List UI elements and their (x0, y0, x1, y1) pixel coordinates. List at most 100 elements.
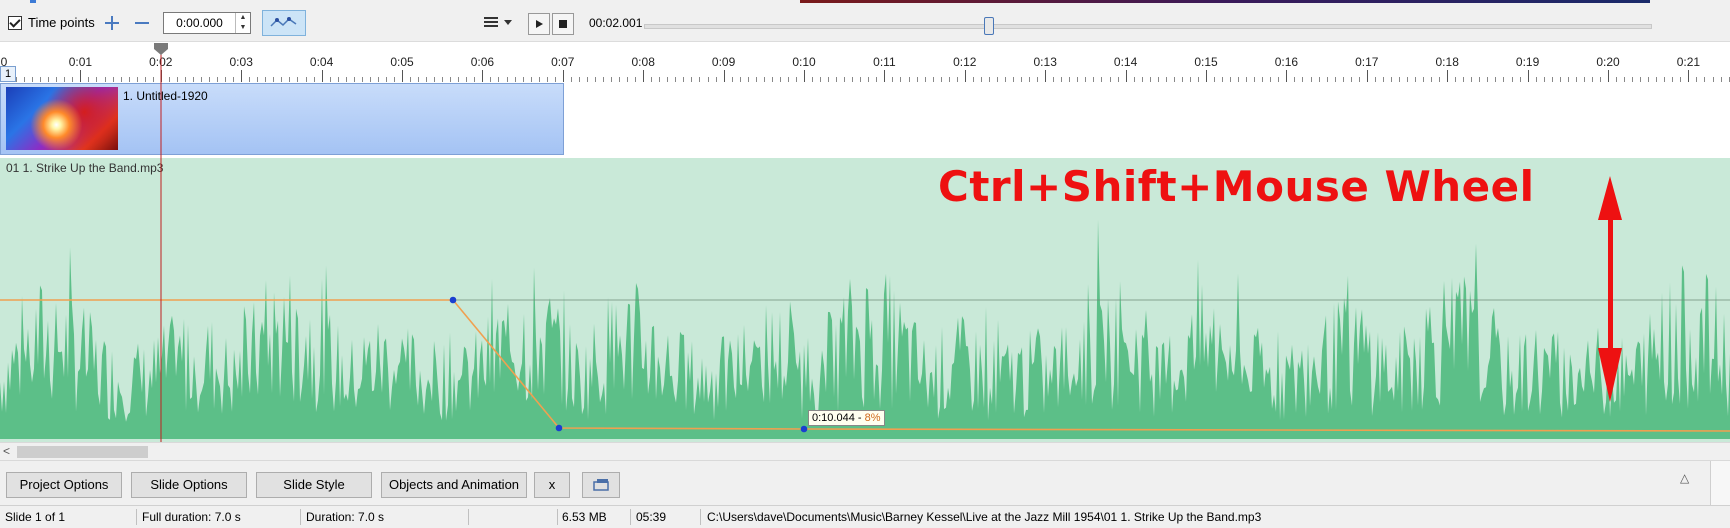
ruler-tick-major (80, 70, 82, 82)
ruler-tick-major (964, 70, 966, 82)
stop-icon (559, 20, 567, 28)
tooltip-percent: 8% (864, 412, 881, 424)
ruler-tick-major (1125, 70, 1127, 82)
double-arrow-icon (1598, 176, 1622, 402)
ruler-tick-label: 0:06 (470, 55, 495, 69)
ruler-tick-major (1608, 70, 1609, 82)
ruler-tick-major (1527, 70, 1529, 82)
ruler-tick-label: 0:18 (1435, 55, 1459, 69)
project-options-button[interactable]: Project Options (6, 472, 122, 498)
envelope-point[interactable] (555, 424, 563, 432)
tooltip-time: 0:10.044 - (812, 412, 865, 424)
ruler-tick-label: 0:10 (792, 55, 816, 69)
playback-time-text: 00:02.001 (589, 16, 643, 30)
timepoints-toggle[interactable]: Time points (8, 15, 95, 30)
ruler-tick-label: 0:14 (1113, 55, 1138, 69)
ruler-tick-label: 0:15 (1194, 55, 1218, 69)
spinner-arrows[interactable]: ▲ ▼ (235, 13, 250, 33)
menu-dropdown-button[interactable] (484, 15, 512, 29)
ruler-tick-label: 0:20 (1596, 55, 1620, 69)
timeline-toolbar: Time points 0:00.000 ▲ ▼ 00:02.001 (0, 3, 1730, 42)
ruler-tick-label: 0:12 (953, 55, 977, 69)
hamburger-menu-icon (484, 17, 512, 27)
status-separator (700, 509, 701, 525)
stop-button[interactable] (552, 13, 574, 35)
status-full-duration: Full duration: 7.0 s (142, 510, 241, 524)
side-panel-edge (1710, 461, 1730, 505)
slide-options-button[interactable]: Slide Options (131, 472, 247, 498)
minus-icon (135, 22, 149, 24)
objects-animation-button[interactable]: Objects and Animation (381, 472, 527, 498)
playhead[interactable] (160, 44, 162, 444)
slide-block[interactable]: 1. Untitled-1920 (0, 83, 564, 155)
playback-slider-thumb[interactable] (984, 17, 994, 35)
waveform-envelope-button[interactable] (262, 10, 306, 36)
playhead-marker-icon[interactable] (153, 42, 169, 56)
slide-thumbnail (6, 87, 118, 150)
ruler-tick-label: 0:08 (631, 55, 655, 69)
status-bar: Slide 1 of 1 Full duration: 7.0 s Durati… (0, 505, 1730, 528)
status-path: C:\Users\dave\Documents\Music\Barney Kes… (707, 510, 1262, 524)
status-duration: Duration: 7.0 s (306, 510, 385, 524)
status-separator (630, 509, 631, 525)
ruler-tick-major (1447, 70, 1449, 82)
ruler-tick-label: 0:09 (711, 55, 736, 69)
status-separator (136, 509, 137, 525)
horizontal-scrollbar[interactable]: < (0, 442, 1730, 460)
ruler-tick-major (643, 70, 645, 82)
window-button[interactable] (582, 472, 620, 498)
ruler-tick-label: 0:21 (1676, 55, 1701, 69)
window-icon (593, 479, 609, 491)
playback-time: 00:02.001 (589, 16, 642, 30)
scroll-thumb[interactable] (17, 446, 148, 458)
ruler-tick-major (884, 70, 886, 82)
ruler-tick-major (1045, 70, 1047, 82)
scroll-left-icon[interactable]: < (3, 444, 10, 458)
ruler-tick-label: 0:16 (1274, 55, 1299, 69)
ruler-tick-major (1286, 70, 1288, 82)
envelope-icon (270, 17, 297, 27)
envelope-point[interactable] (449, 296, 457, 304)
ruler-tick-major (1366, 70, 1368, 82)
ruler-tick-label: 0:04 (309, 55, 334, 69)
spinner-down-icon[interactable]: ▼ (236, 23, 250, 33)
audio-track[interactable]: 01 1. Strike Up the Band.mp3 Ctrl+Shift+… (0, 158, 1730, 442)
ruler-tick-major (1688, 70, 1690, 82)
slide-style-button[interactable]: Slide Style (256, 472, 372, 498)
timeline-ruler[interactable]: 0 0:01 0:02 0:03 0:04 0:05 0:06 0:07 0:08 0:09 0:1… (0, 42, 1730, 82)
ruler-tick-major (804, 70, 805, 82)
ruler-tick-label: 0:13 (1033, 55, 1057, 69)
status-length: 05:39 (636, 510, 667, 524)
envelope-tooltip: 0:10.044 - 8% (808, 410, 885, 426)
playback-slider-track[interactable] (644, 24, 1652, 29)
ruler-tick-label: 0:11 (873, 55, 896, 69)
status-separator (557, 509, 558, 525)
timepoints-label: Time points (28, 15, 95, 30)
spinner-up-icon[interactable]: ▲ (236, 13, 250, 23)
ruler-tick-label: 0:07 (551, 55, 575, 69)
status-separator (468, 509, 469, 525)
add-timepoint-button[interactable] (104, 15, 120, 31)
ruler-tick-major (402, 70, 403, 82)
slide-number-badge: 1 (0, 66, 16, 82)
ruler-tick-major (723, 70, 725, 82)
time-spinner[interactable]: 0:00.000 ▲ ▼ (163, 12, 251, 34)
slide-title: 1. Untitled-1920 (123, 89, 208, 103)
status-slide: Slide 1 of 1 (5, 510, 66, 524)
status-size: 6.53 MB (562, 510, 607, 524)
timepoints-checkbox[interactable] (8, 15, 22, 30)
ruler-tick-label: 0:05 (390, 55, 414, 69)
close-button[interactable]: x (534, 472, 570, 498)
collapse-panel-icon[interactable]: △ (1680, 471, 1689, 485)
ruler-tick-label: 0:19 (1515, 55, 1540, 69)
plus-icon (105, 16, 119, 30)
envelope-point[interactable] (800, 425, 808, 433)
bottom-button-bar: Project Options Slide Options Slide Styl… (0, 460, 1730, 505)
ruler-tick-major (1206, 70, 1207, 82)
time-spinner-value[interactable]: 0:00.000 (164, 16, 235, 30)
ruler-tick-label: 0:17 (1355, 55, 1379, 69)
remove-timepoint-button[interactable] (134, 15, 150, 31)
status-separator (300, 509, 301, 525)
ruler-tick-major (241, 70, 243, 82)
play-button[interactable] (528, 13, 550, 35)
